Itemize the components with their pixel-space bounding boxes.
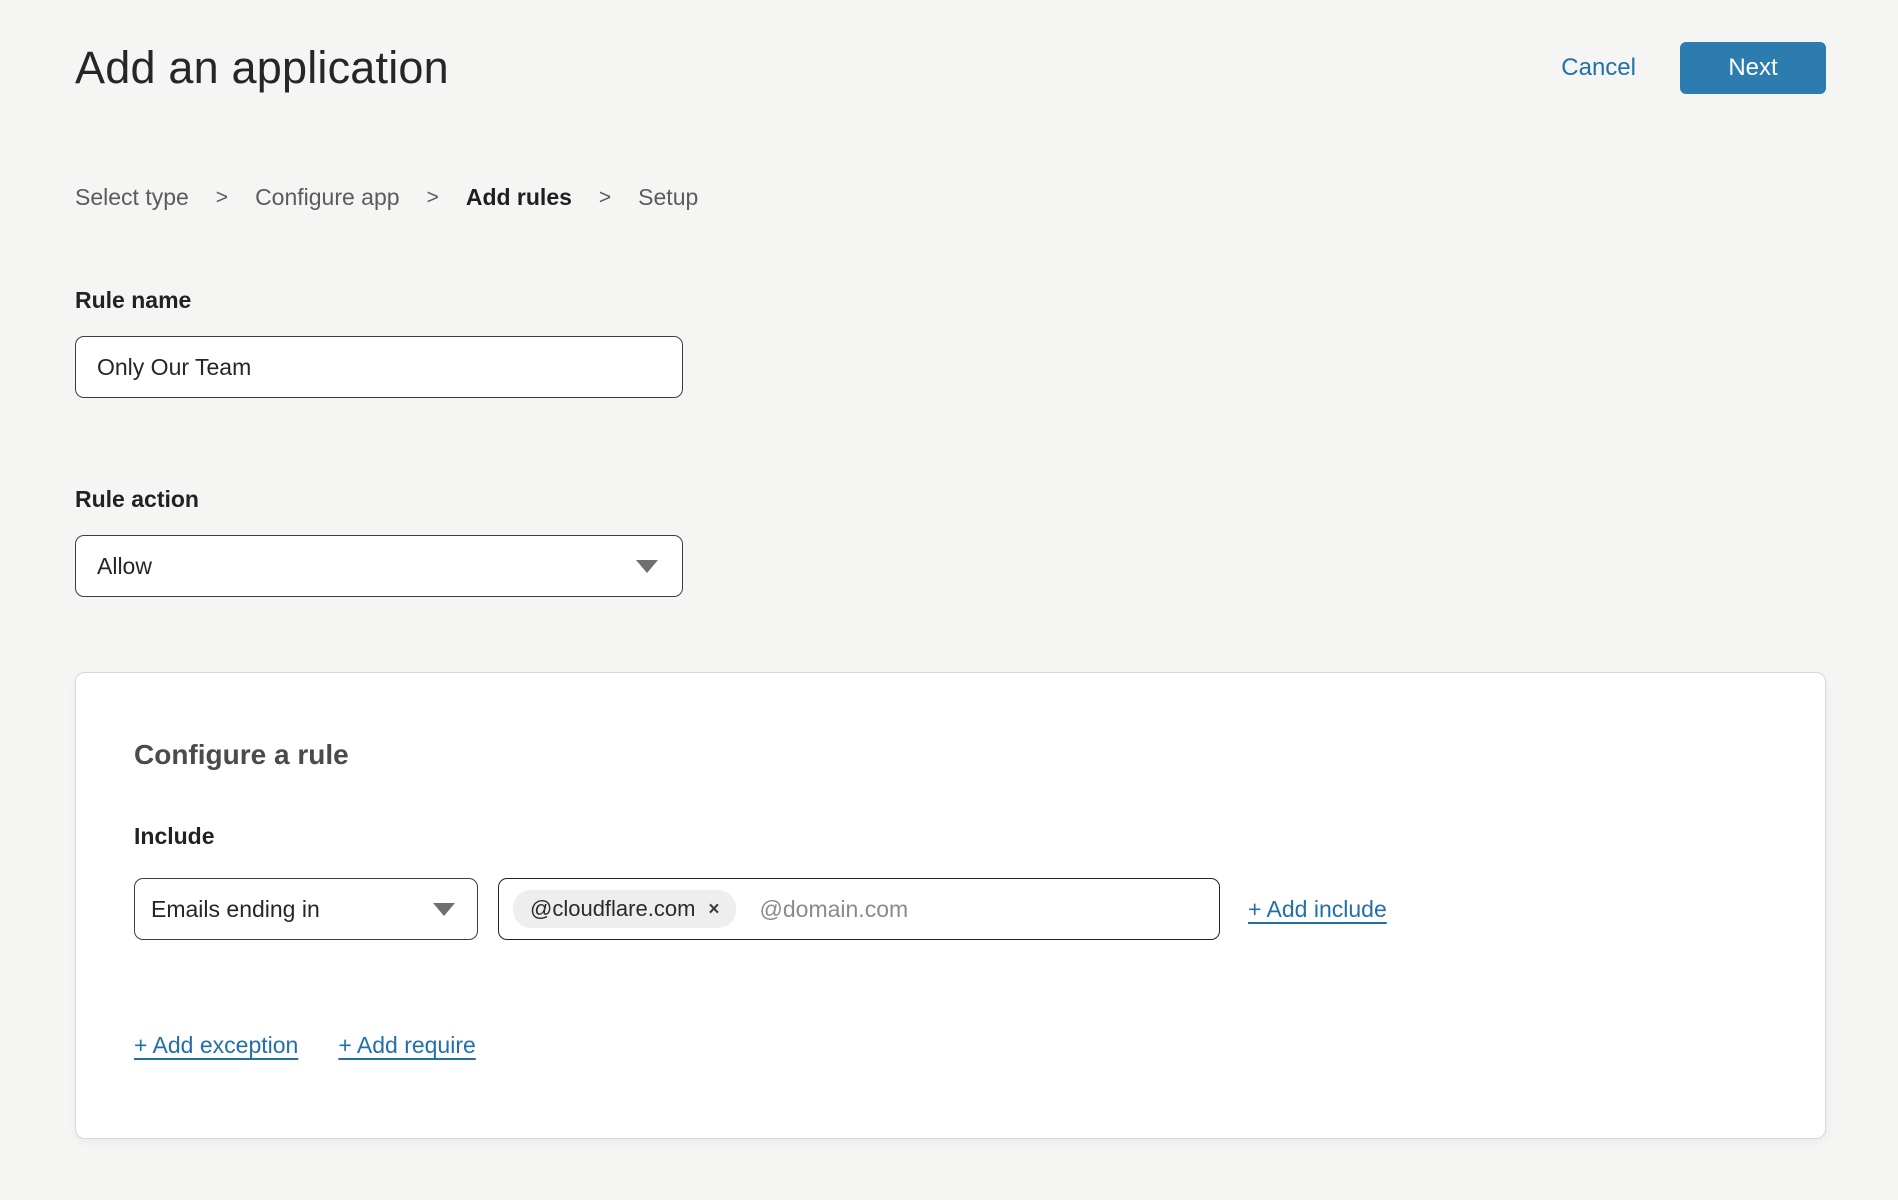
breadcrumb-step-configure-app[interactable]: Configure app bbox=[255, 184, 400, 211]
next-button[interactable]: Next bbox=[1680, 42, 1826, 94]
rule-action-label: Rule action bbox=[75, 486, 1826, 513]
email-domain-chip-input[interactable]: @cloudflare.com × bbox=[498, 878, 1220, 940]
chevron-down-icon bbox=[433, 903, 455, 916]
chip-remove-icon[interactable]: × bbox=[708, 900, 719, 919]
chip-label: @cloudflare.com bbox=[530, 896, 695, 922]
breadcrumb-separator: > bbox=[599, 186, 611, 210]
rule-name-input[interactable] bbox=[75, 336, 683, 398]
rule-action-select[interactable]: Allow bbox=[75, 535, 683, 597]
email-domain-chip: @cloudflare.com × bbox=[513, 890, 736, 928]
domain-entry-input[interactable] bbox=[760, 896, 1205, 923]
breadcrumb-step-select-type[interactable]: Select type bbox=[75, 184, 189, 211]
breadcrumb-separator: > bbox=[216, 186, 228, 210]
breadcrumb: Select type > Configure app > Add rules … bbox=[75, 184, 1826, 211]
configure-rule-card: Configure a rule Include Emails ending i… bbox=[75, 672, 1826, 1139]
breadcrumb-step-setup[interactable]: Setup bbox=[638, 184, 698, 211]
include-selector-value: Emails ending in bbox=[151, 896, 320, 923]
include-row: Emails ending in @cloudflare.com × + Add… bbox=[134, 878, 1767, 940]
add-application-page: Add an application Cancel Next Select ty… bbox=[0, 0, 1898, 1139]
rule-action-field: Rule action Allow bbox=[75, 486, 1826, 597]
rule-name-label: Rule name bbox=[75, 287, 1826, 314]
include-selector[interactable]: Emails ending in bbox=[134, 878, 478, 940]
include-label: Include bbox=[134, 823, 1767, 850]
add-require-link[interactable]: + Add require bbox=[338, 1032, 475, 1059]
add-include-link[interactable]: + Add include bbox=[1248, 896, 1387, 923]
page-title: Add an application bbox=[75, 42, 449, 94]
rule-card-title: Configure a rule bbox=[134, 739, 1767, 771]
breadcrumb-separator: > bbox=[427, 186, 439, 210]
breadcrumb-step-add-rules[interactable]: Add rules bbox=[466, 184, 572, 211]
header-actions: Cancel Next bbox=[1561, 42, 1826, 94]
rule-card-bottom-links: + Add exception + Add require bbox=[134, 1032, 1767, 1059]
rule-name-field: Rule name bbox=[75, 287, 1826, 398]
page-header: Add an application Cancel Next bbox=[75, 0, 1826, 94]
rule-action-selected-value: Allow bbox=[97, 553, 152, 580]
chevron-down-icon bbox=[636, 560, 658, 573]
add-exception-link[interactable]: + Add exception bbox=[134, 1032, 298, 1059]
cancel-button[interactable]: Cancel bbox=[1561, 54, 1636, 82]
